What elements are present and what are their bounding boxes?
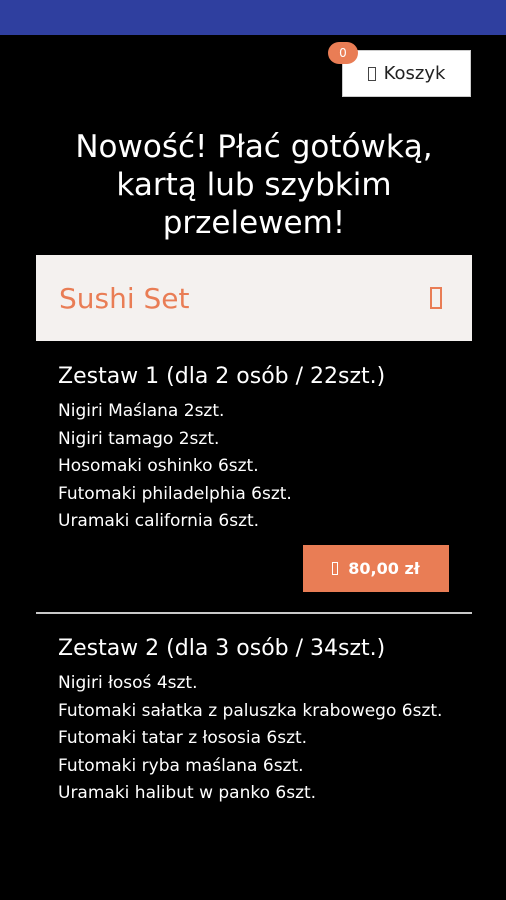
cart-button[interactable]: Koszyk — [342, 50, 471, 97]
category-title: Sushi Set — [59, 281, 190, 315]
add-to-cart-button[interactable]: 80,00 zł — [303, 545, 449, 592]
item-desc-line: Uramaki halibut w panko 6szt. — [58, 783, 317, 803]
item-desc-line: Futomaki ryba maślana 6szt. — [58, 755, 304, 776]
item-desc-line: Futomaki tatar z łososia 6szt. — [58, 728, 308, 748]
menu-item-2: Zestaw 2 (dla 3 osób / 34szt.) Nigiri ło… — [58, 634, 458, 808]
item-desc-line: Uramaki california 6szt. — [58, 511, 260, 531]
item-title: Zestaw 2 (dla 3 osób / 34szt.) — [58, 636, 386, 661]
cart-icon — [367, 66, 376, 81]
item-desc-line: Hosomaki oshinko 6szt. — [58, 456, 259, 476]
price-label: 80,00 zł — [348, 559, 420, 578]
cart-count-badge: 0 — [328, 42, 358, 64]
divider — [36, 612, 472, 614]
menu-item-1: Zestaw 1 (dla 2 osób / 22szt.) Nigiri Ma… — [58, 362, 458, 536]
cart-label: Koszyk — [383, 63, 446, 84]
item-desc-line: Futomaki philadelphia 6szt. — [58, 483, 292, 504]
item-desc-line: Nigiri łosoś 4szt. — [58, 673, 198, 693]
promo-headline: Nowość! Płać gotówką, kartą lub szybkim … — [75, 129, 433, 241]
item-desc-line: Nigiri tamago 2szt. — [58, 428, 220, 449]
item-desc-line: Futomaki sałatka z paluszka krabowego 6s… — [58, 700, 443, 721]
item-title: Zestaw 1 (dla 2 osób / 22szt.) — [58, 364, 386, 389]
category-sushi-set[interactable]: Sushi Set — [36, 255, 472, 341]
status-bar — [0, 0, 506, 35]
item-desc-line: Nigiri Maślana 2szt. — [58, 401, 225, 421]
cart-add-icon — [332, 562, 339, 575]
cart-area: Koszyk 0 — [328, 42, 471, 97]
toggle-icon[interactable] — [430, 287, 442, 309]
